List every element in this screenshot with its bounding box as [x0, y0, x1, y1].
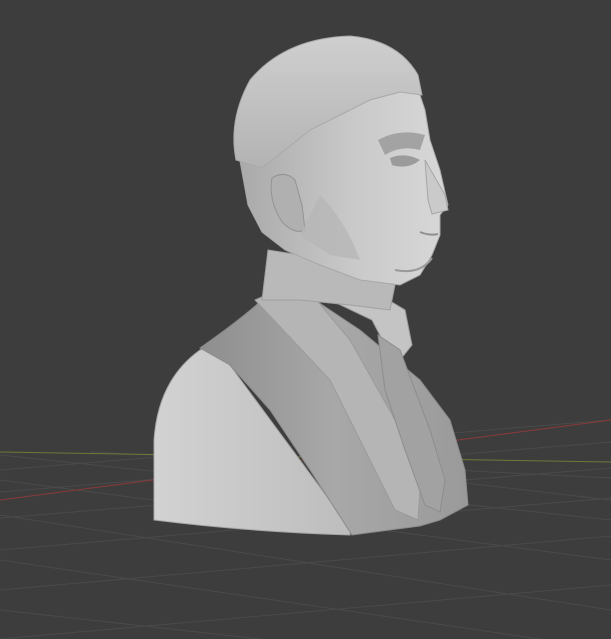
bust-model[interactable]: [153, 35, 469, 536]
viewport-canvas[interactable]: [0, 0, 611, 639]
3d-viewport[interactable]: [0, 0, 611, 639]
